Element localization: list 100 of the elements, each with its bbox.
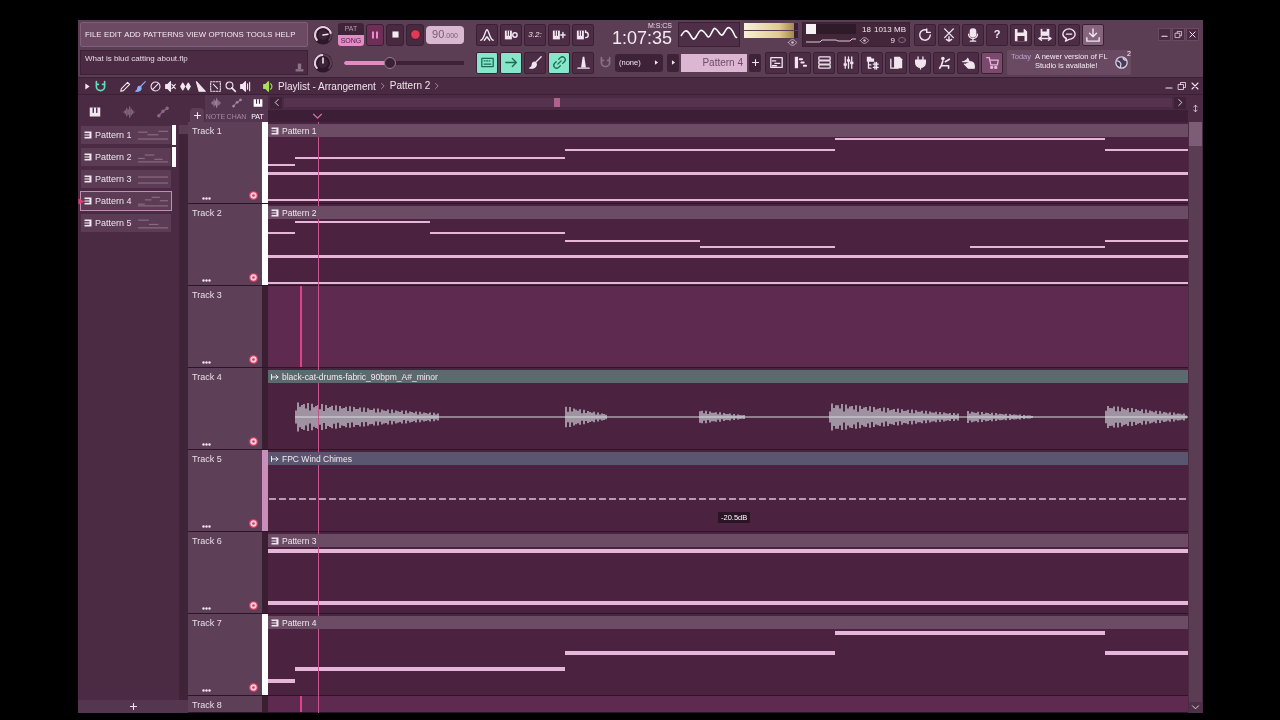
select-icon[interactable] [210,80,221,92]
track-header[interactable]: Track 4 [188,368,262,449]
toolbar-button[interactable] [1082,23,1104,46]
record-icon[interactable] [249,683,258,692]
knob[interactable] [313,52,333,73]
clip-header[interactable]: Pattern 1 [268,124,1188,137]
scroll-left-button[interactable] [270,96,282,109]
track-header[interactable]: Track 3 [188,286,262,367]
track-header[interactable]: Track 7 [188,614,262,695]
track-lane[interactable]: Pattern 1 [268,122,1188,203]
nodes-icon [231,98,242,108]
scroll-thumb[interactable] [554,98,560,107]
pattern-item[interactable]: Pattern 3 [80,169,172,189]
toolbar-button[interactable] [981,51,1003,74]
magnet-icon[interactable] [95,80,106,92]
toolbar-button[interactable] [476,23,498,46]
slider-thumb[interactable] [383,56,396,69]
toolbar-button[interactable] [1010,23,1032,46]
track-header[interactable]: Track 2 [188,204,262,285]
minimize-button[interactable] [1158,28,1171,41]
pattern-item[interactable]: Pattern 2 [80,147,172,167]
record-icon[interactable] [249,437,258,446]
toolbar-button[interactable] [837,51,859,74]
knife-icon[interactable] [195,80,206,92]
toolbar-button[interactable] [861,51,883,74]
clip-header[interactable]: Pattern 3 [268,534,1188,547]
add-track-tab[interactable] [190,108,204,122]
track-header[interactable]: Track 5 [188,450,262,531]
diamonds-icon[interactable] [180,80,191,92]
toolbar-button[interactable]: 3.2: [524,23,546,46]
toolbar-button[interactable] [789,51,811,74]
speaker-icon[interactable] [263,80,274,92]
clip-header[interactable]: Pattern 4 [268,616,1188,629]
close-icon[interactable] [1191,82,1199,90]
record-button[interactable] [406,23,424,46]
pattern-menu-button[interactable] [667,53,679,72]
track-name: Track 8 [192,700,223,710]
mute-icon[interactable] [165,80,176,92]
track-header[interactable]: Track 6 [188,532,262,613]
toolbar-button[interactable] [813,51,835,74]
toolbar-button[interactable] [765,51,787,74]
toolbar-button[interactable] [548,23,570,46]
scroll-down-button[interactable] [1189,702,1202,713]
track-header[interactable]: Track 8 [188,696,262,712]
toolbar-button[interactable]: ? [986,23,1008,46]
pattern-item[interactable]: Pattern 1 [80,125,172,145]
slash-circle-icon[interactable] [150,80,161,92]
breadcrumb-item[interactable]: Pattern 2 [389,81,431,91]
record-icon[interactable] [249,191,258,200]
toolbar-button[interactable] [938,23,960,46]
track-lane[interactable]: black-cat-drums-fabric_90bpm_A#_minor [268,368,1188,449]
toolbar-button[interactable] [957,51,979,74]
toolbar-button[interactable] [914,23,936,46]
toolbar-button[interactable] [885,51,907,74]
toolbar-button[interactable] [962,23,984,46]
toolbar-button[interactable] [500,23,522,46]
plus-icon[interactable] [129,703,137,710]
clip-header[interactable]: black-cat-drums-fabric_90bpm_A#_minor [268,370,1188,383]
toolbar-button[interactable] [1058,23,1080,46]
track-name: Track 2 [192,208,223,218]
pattern-item[interactable]: Pattern 5 [80,213,172,233]
track-lane[interactable]: Pattern 2 [268,204,1188,285]
record-icon[interactable] [249,519,258,528]
restore-button[interactable] [1172,28,1185,41]
pattern-selector[interactable]: Pattern 4 [681,53,747,72]
pause-button[interactable] [366,23,384,46]
record-icon[interactable] [249,273,258,282]
clip-header[interactable]: Pattern 2 [268,206,1188,219]
toolbar-button[interactable] [1034,23,1056,46]
toggle-button[interactable] [524,51,546,74]
record-icon[interactable] [249,355,258,364]
stop-button[interactable] [386,23,404,46]
time-display[interactable]: 1:07:35 [611,29,672,47]
close-button[interactable] [1186,28,1199,41]
scroll-right-button[interactable] [1174,96,1186,109]
toggle-button[interactable] [500,51,522,74]
toolbar-button[interactable] [933,51,955,74]
track-lane[interactable]: Pattern 3 [268,532,1188,613]
record-icon[interactable] [249,601,258,610]
restore-icon[interactable] [1178,82,1186,90]
scrollbar[interactable] [179,125,188,700]
pattern-item[interactable]: Pattern 4 [80,191,172,211]
toolbar-button[interactable] [909,51,931,74]
vertical-scrollbar[interactable] [1189,122,1202,713]
zoom-icon[interactable] [225,80,236,92]
track-name: Track 3 [192,290,223,300]
brush-icon[interactable] [135,80,146,92]
clip-header[interactable]: FPC Wind Chimes [268,452,1188,465]
toggle-button[interactable] [548,51,570,74]
speaker-icon[interactable] [240,80,251,92]
toggle-button[interactable] [476,51,498,74]
pencil-icon[interactable] [120,80,131,92]
toolbar-button[interactable] [572,23,594,46]
track-header[interactable]: Track 1 [188,122,262,203]
track-lane[interactable]: Pattern 4 [268,614,1188,695]
toggle-button[interactable] [572,51,594,74]
scroll-handle-icon[interactable] [1192,103,1199,114]
scroll-thumb[interactable] [1189,122,1202,146]
add-pattern-button[interactable] [749,53,761,72]
caret-icon[interactable] [84,82,91,90]
